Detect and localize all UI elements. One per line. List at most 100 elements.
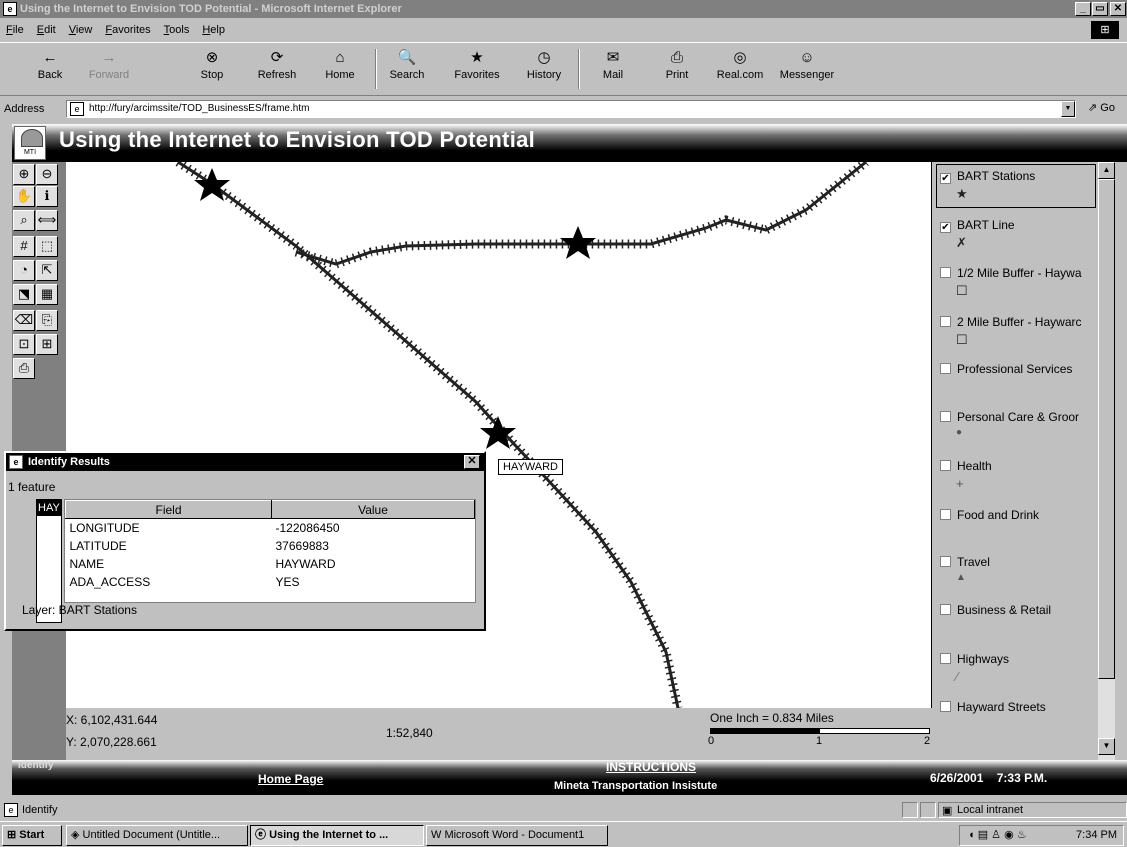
- overview-icon[interactable]: ⊞: [36, 334, 58, 355]
- legend-item-business-retail[interactable]: Business & Retail: [940, 603, 1051, 617]
- dialog-close-button[interactable]: ✕: [464, 455, 480, 469]
- messenger-icon: ☺: [799, 49, 815, 66]
- menu-favorites[interactable]: Favorites: [105, 24, 150, 36]
- stop-button[interactable]: ⊗ Stop: [192, 47, 232, 81]
- scroll-down-icon[interactable]: ▼: [1098, 738, 1115, 755]
- mail-button[interactable]: ✉ Mail: [596, 47, 630, 81]
- value-header: Value: [271, 500, 475, 519]
- layer-checkbox[interactable]: [940, 604, 951, 615]
- close-button[interactable]: ✕: [1110, 2, 1126, 16]
- forward-arrow-icon: →: [101, 49, 117, 66]
- legend-item-professional-services[interactable]: Professional Services: [940, 362, 1072, 376]
- layer-checkbox[interactable]: [940, 509, 951, 520]
- forward-button[interactable]: → Forward: [84, 47, 134, 81]
- instructions-link[interactable]: INSTRUCTIONS: [606, 760, 696, 774]
- ie-icon: e: [3, 2, 17, 16]
- home-page-link[interactable]: Home Page: [258, 772, 323, 786]
- search-button[interactable]: 🔍 Search: [385, 47, 429, 81]
- legend-item-highways[interactable]: Highways ⁄: [940, 652, 1009, 684]
- layer-checkbox[interactable]: [940, 316, 951, 327]
- highway-icon: ⁄: [956, 669, 959, 684]
- legend-item-two-mile-buffer[interactable]: 2 Mile Buffer - Haywarc ☐: [940, 315, 1081, 347]
- legend-item-travel[interactable]: Travel ▲: [940, 555, 990, 583]
- square-outline-icon: ☐: [956, 332, 968, 347]
- go-arrow-icon: ⇗: [1088, 102, 1098, 114]
- menu-help[interactable]: Help: [202, 24, 225, 36]
- select-rect-icon[interactable]: ⬚: [36, 236, 58, 257]
- find-icon[interactable]: ⌕: [13, 210, 35, 231]
- browser-status-bar: e Identify ▣ Local intranet: [0, 800, 1127, 820]
- dialog-titlebar[interactable]: e Identify Results ✕: [6, 453, 484, 471]
- select-poly-icon[interactable]: ⬔: [13, 284, 35, 305]
- page-status-icon: e: [4, 803, 18, 817]
- layer-checkbox[interactable]: ✔: [940, 173, 951, 184]
- layer-checkbox[interactable]: [940, 411, 951, 422]
- history-button[interactable]: ◷ History: [522, 47, 566, 81]
- measure-icon[interactable]: ⟺: [36, 210, 58, 231]
- clear-icon[interactable]: ⌫: [13, 310, 35, 331]
- print-map-icon[interactable]: ⎙: [13, 358, 35, 379]
- menu-view[interactable]: View: [69, 24, 93, 36]
- messenger-button[interactable]: ☺ Messenger: [774, 47, 840, 81]
- go-button[interactable]: ⇗ Go: [1088, 101, 1115, 114]
- menu-file[interactable]: File: [6, 24, 24, 36]
- address-url: http://fury/arcimssite/TOD_BusinessES/fr…: [89, 103, 310, 114]
- menu-edit[interactable]: Edit: [37, 24, 56, 36]
- feature-list-item[interactable]: HAY: [37, 500, 61, 516]
- table-icon[interactable]: ▦: [36, 284, 58, 305]
- scroll-thumb[interactable]: [1098, 179, 1115, 679]
- layer-checkbox[interactable]: [940, 653, 951, 664]
- window-title: Using the Internet to Envision TOD Poten…: [20, 3, 402, 15]
- maximize-button[interactable]: ▭: [1092, 2, 1108, 16]
- active-tool-label: Identify: [18, 760, 54, 771]
- legend-item-bart-line[interactable]: ✔ BART Line ✗: [940, 218, 1015, 250]
- dreamweaver-icon: ◈: [71, 829, 80, 841]
- scroll-up-icon[interactable]: ▲: [1098, 162, 1115, 179]
- legend-item-personal-care[interactable]: Personal Care & Groor ●: [940, 410, 1079, 438]
- refresh-icon: ⟳: [270, 49, 284, 66]
- home-button[interactable]: ⌂ Home: [320, 47, 360, 81]
- layer-checkbox[interactable]: [940, 363, 951, 374]
- browser-toolbar: ← Back → Forward ⊗ Stop ⟳ Refresh ⌂ Home 🔍 Sea…: [0, 42, 1127, 96]
- word-icon: W: [431, 829, 442, 841]
- address-dropdown-button[interactable]: ▼: [1061, 101, 1075, 117]
- legend-item-health[interactable]: Health +: [940, 459, 992, 491]
- back-button[interactable]: ← Back: [30, 47, 70, 81]
- layer-checkbox[interactable]: ✔: [940, 222, 951, 233]
- status-pane: [920, 802, 936, 818]
- taskbar-item-dreamweaver[interactable]: ◈ Untitled Document (Untitle...: [66, 825, 248, 846]
- select-point-icon[interactable]: ◔: [13, 260, 35, 281]
- menu-bar: File Edit View Favorites Tools Help: [0, 19, 1127, 41]
- taskbar-item-ie[interactable]: ⓔ Using the Internet to ...: [250, 825, 424, 846]
- favorites-button[interactable]: ★ Favorites: [450, 47, 504, 81]
- tray-icons[interactable]: ◖ ▤ ♙ ◉ ♨: [968, 826, 1027, 845]
- layer-checkbox[interactable]: [940, 460, 951, 471]
- refresh-button[interactable]: ⟳ Refresh: [254, 47, 300, 81]
- legend-scrollbar[interactable]: ▲ ▼: [1098, 162, 1115, 760]
- legend-item-half-mile-buffer[interactable]: 1/2 Mile Buffer - Haywa ☐: [940, 266, 1082, 298]
- windows-logo-icon: ⊞: [1091, 21, 1119, 39]
- legend-item-hayward-streets[interactable]: Hayward Streets: [940, 700, 1046, 714]
- layer-checkbox[interactable]: [940, 267, 951, 278]
- taskbar-item-word[interactable]: W Microsoft Word - Document1: [426, 825, 608, 846]
- pan-icon[interactable]: ✋: [13, 186, 35, 207]
- query-icon[interactable]: ⊡: [13, 334, 35, 355]
- attribute-table: Field Value LONGITUDE -122086450 LATITUDE…: [64, 499, 476, 603]
- realcom-button[interactable]: ◎ Real.com: [712, 47, 768, 81]
- buffer-icon[interactable]: ⎘: [36, 310, 58, 331]
- legend-item-bart-stations[interactable]: ✔ BART Stations ★: [940, 169, 1035, 201]
- legend-item-food-and-drink[interactable]: Food and Drink: [940, 508, 1039, 522]
- window-titlebar: e Using the Internet to Envision TOD Pot…: [0, 0, 1127, 18]
- select-line-icon[interactable]: ⇱: [36, 260, 58, 281]
- print-button[interactable]: ⎙ Print: [660, 47, 694, 81]
- minimize-button[interactable]: _: [1075, 2, 1091, 16]
- zoom-in-icon[interactable]: ⊕: [13, 164, 35, 185]
- menu-tools[interactable]: Tools: [164, 24, 190, 36]
- start-button[interactable]: ⊞ Start: [2, 825, 62, 846]
- zoom-out-icon[interactable]: ⊖: [36, 164, 58, 185]
- layer-checkbox[interactable]: [940, 556, 951, 567]
- grid-icon[interactable]: #: [13, 236, 35, 257]
- address-input[interactable]: e http://fury/arcimssite/TOD_BusinessES/…: [66, 100, 1076, 118]
- info-icon[interactable]: ℹ: [36, 186, 58, 207]
- layer-checkbox[interactable]: [940, 701, 951, 712]
